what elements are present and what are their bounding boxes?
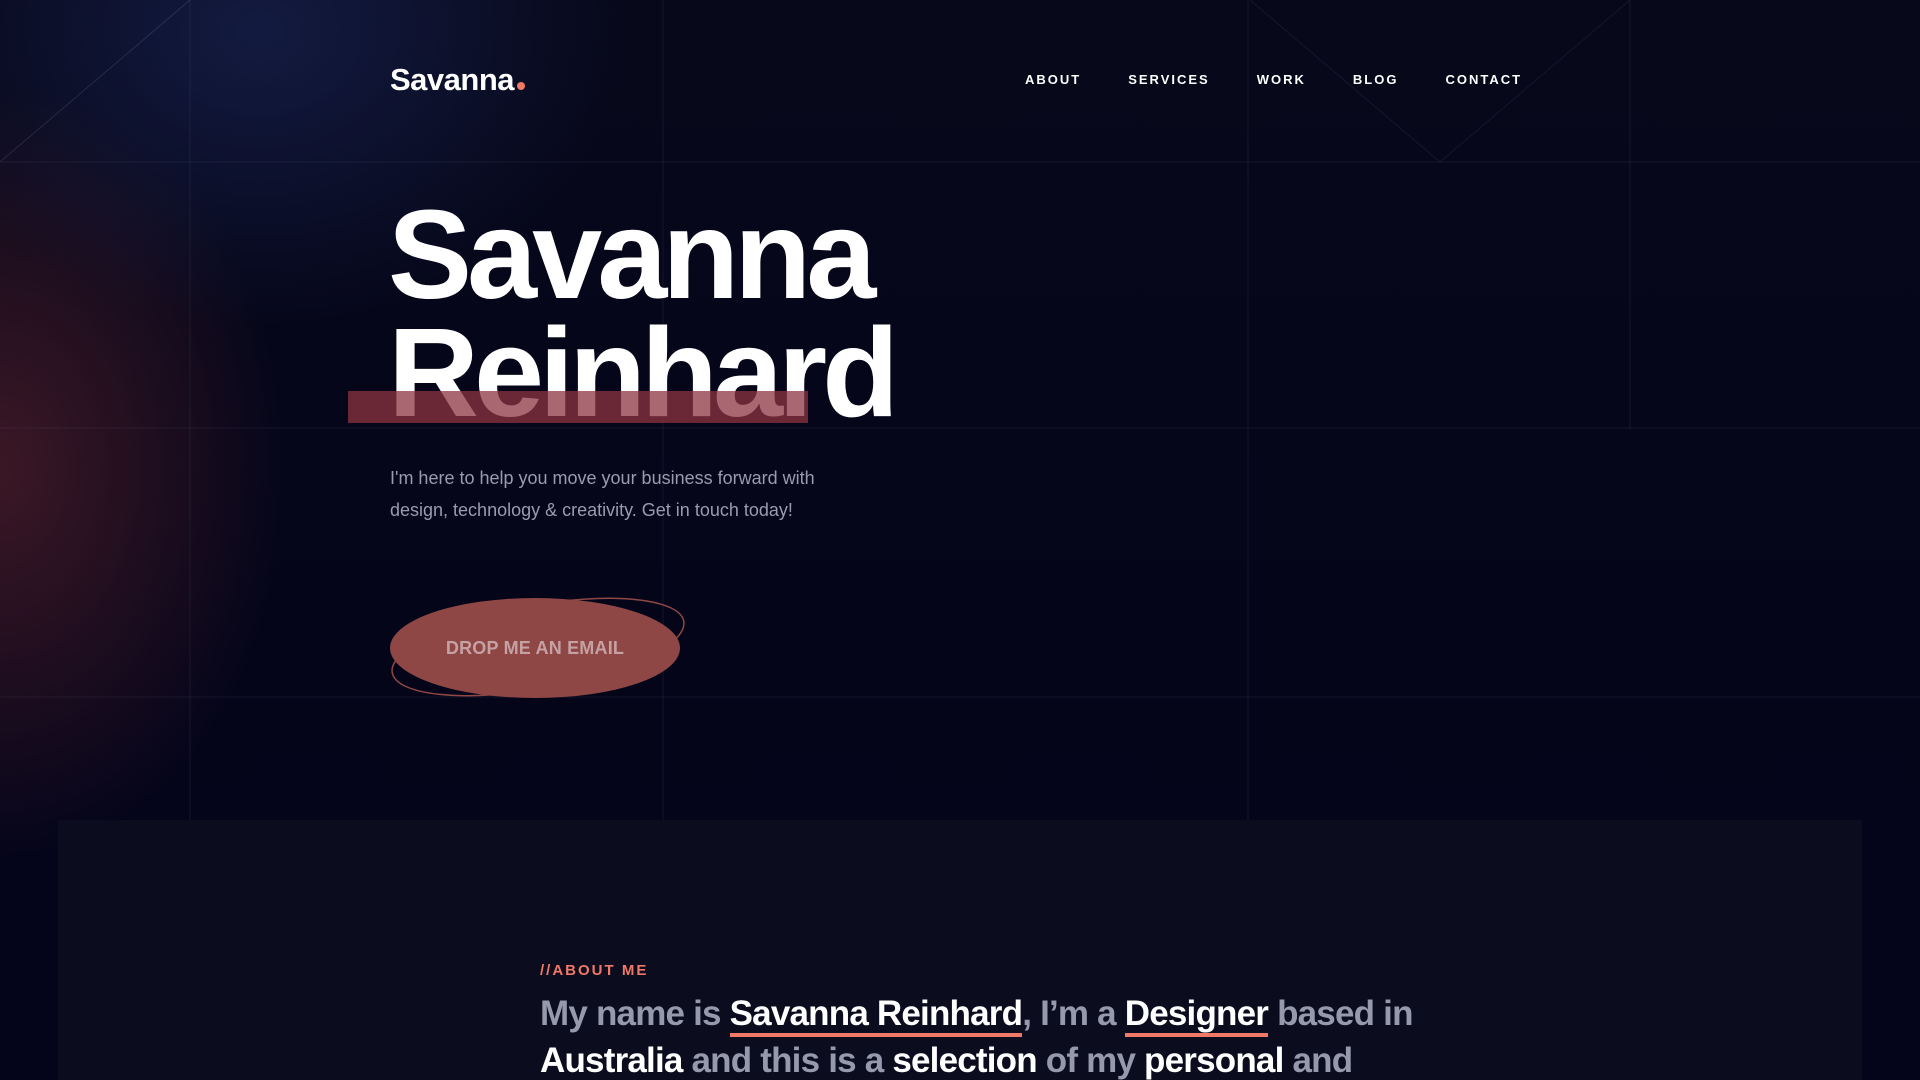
hero-subtitle: I'm here to help you move your business … — [390, 468, 815, 520]
about-role-highlight: Designer — [1124, 994, 1269, 1037]
about-text-part: My name is — [540, 994, 730, 1033]
brand-name: Savanna — [390, 62, 515, 97]
about-text-part: based in — [1268, 994, 1413, 1033]
nav-item-blog[interactable]: BLOG — [1353, 72, 1399, 87]
nav-item-services[interactable]: SERVICES — [1128, 72, 1210, 87]
about-location-highlight: Australia — [540, 1041, 683, 1080]
nav-item-about[interactable]: ABOUT — [1025, 72, 1081, 87]
about-section-label: //ABOUT ME — [540, 962, 649, 979]
brand-dot-icon — [517, 82, 526, 90]
page: Savanna ABOUT SERVICES WORK BLOG CONTACT… — [0, 0, 1920, 1080]
about-personal-highlight: personal — [1144, 1041, 1284, 1080]
about-text-part: of my — [1036, 1041, 1145, 1080]
title-highlight-bar — [348, 391, 808, 423]
nav-item-contact[interactable]: CONTACT — [1445, 72, 1522, 87]
nav-item-work[interactable]: WORK — [1257, 72, 1306, 87]
email-cta-button[interactable]: DROP ME AN EMAIL — [390, 598, 680, 698]
about-text-part: and this is a — [682, 1041, 893, 1080]
about-name-highlight: Savanna Reinhard — [729, 994, 1023, 1037]
cta-container: DROP ME AN EMAIL — [388, 582, 688, 712]
brand-logo[interactable]: Savanna — [390, 62, 526, 98]
about-intro-text: My name is Savanna Reinhard, I’m a Desig… — [540, 990, 1440, 1080]
about-text-part: and — [1283, 1041, 1353, 1080]
hero-first-name: Savanna — [388, 184, 876, 325]
main-nav: ABOUT SERVICES WORK BLOG CONTACT — [1025, 72, 1522, 87]
about-text-part: , I’m a — [1022, 994, 1125, 1033]
about-selection-highlight: selection — [892, 1041, 1037, 1080]
